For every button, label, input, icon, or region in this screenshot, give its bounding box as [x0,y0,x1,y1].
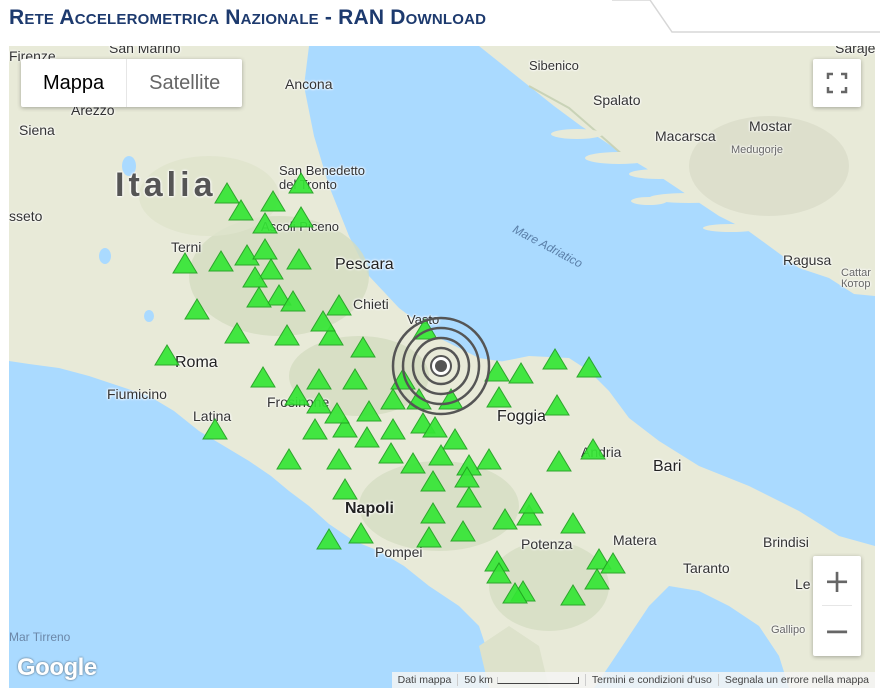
city-label-foggia: Foggia [497,408,546,425]
city-label-brindisi: Brindisi [763,534,809,550]
map-base-layer [9,46,875,688]
city-label-medugorje: Medugorje [731,144,783,156]
city-label-san-benedetto: San Benedetto del Tronto [279,163,366,192]
city-label-mostar: Mostar [749,118,792,134]
city-label-potenza: Potenza [521,536,573,552]
report-error-link[interactable]: Segnala un errore nella mappa [717,674,875,686]
zoom-out-button[interactable]: − [813,606,861,655]
city-label-roma: Roma [175,354,218,371]
city-label-fiumicino: Fiumicino [107,386,167,402]
city-label-napoli: Napoli [345,500,394,517]
city-label-macarsca: Macarsca [655,128,716,144]
city-label-taranto: Taranto [683,560,730,576]
city-label-andria: Andria [581,444,622,460]
city-label-gallipoli: Gallipo [771,624,806,636]
map-type-control: Mappa Satellite [21,59,243,107]
scale-bar [496,676,579,684]
city-label-bari: Bari [653,458,682,475]
map-canvas[interactable]: San Marino Firenze Arezzo Siena sseto It… [9,46,875,688]
city-label-terni: Terni [171,239,202,255]
city-label-cattaro: Cattar Котор [841,267,871,290]
city-label-frosinone: Frosinone [267,394,330,410]
fullscreen-button[interactable] [813,59,861,107]
google-logo[interactable]: Google [17,654,97,682]
city-label-sarajevo: Saraje [835,46,875,56]
city-label-grosseto: sseto [9,208,43,224]
map-type-satellite-button[interactable]: Satellite [126,59,242,107]
scale-indicator[interactable]: 50 km [457,674,585,686]
city-label-matera: Matera [613,532,657,548]
page-title: Rete Accelerometrica Nazionale - RAN Dow… [9,6,487,29]
city-label-ragusa: Ragusa [783,252,832,268]
city-label-latina: Latina [193,408,232,424]
fullscreen-icon [826,72,848,94]
map-type-mappa-button[interactable]: Mappa [21,59,126,107]
page-header: Rete Accelerometrica Nazionale - RAN Dow… [0,0,880,40]
zoom-in-button[interactable]: + [813,556,861,605]
terms-link[interactable]: Termini e condizioni d'uso [584,674,718,686]
map-data-link[interactable]: Dati mappa [392,674,458,686]
city-label-vasto: Vasto [407,312,440,327]
header-tab-edge [612,0,880,33]
city-label-pompei: Pompei [375,544,423,560]
city-label-ascoli-piceno: Ascoli Piceno [261,219,340,234]
city-label-lecce: Le [795,576,811,592]
city-label-ancona: Ancona [285,76,333,92]
scale-label: 50 km [464,674,493,686]
sea-label-tirreno: Mar Tirreno [9,630,71,644]
city-label-siena: Siena [19,122,55,138]
city-label-sibenico: Sibenico [529,58,579,73]
city-label-chieti: Chieti [353,296,389,312]
city-label-spalato: Spalato [593,92,641,108]
zoom-control: + − [813,556,861,656]
map-attribution-bar: Dati mappa 50 km Termini e condizioni d'… [391,672,875,688]
country-label-italia: Italia [115,166,217,204]
city-label-pescara: Pescara [335,256,394,273]
city-label-san-marino: San Marino [109,46,181,56]
